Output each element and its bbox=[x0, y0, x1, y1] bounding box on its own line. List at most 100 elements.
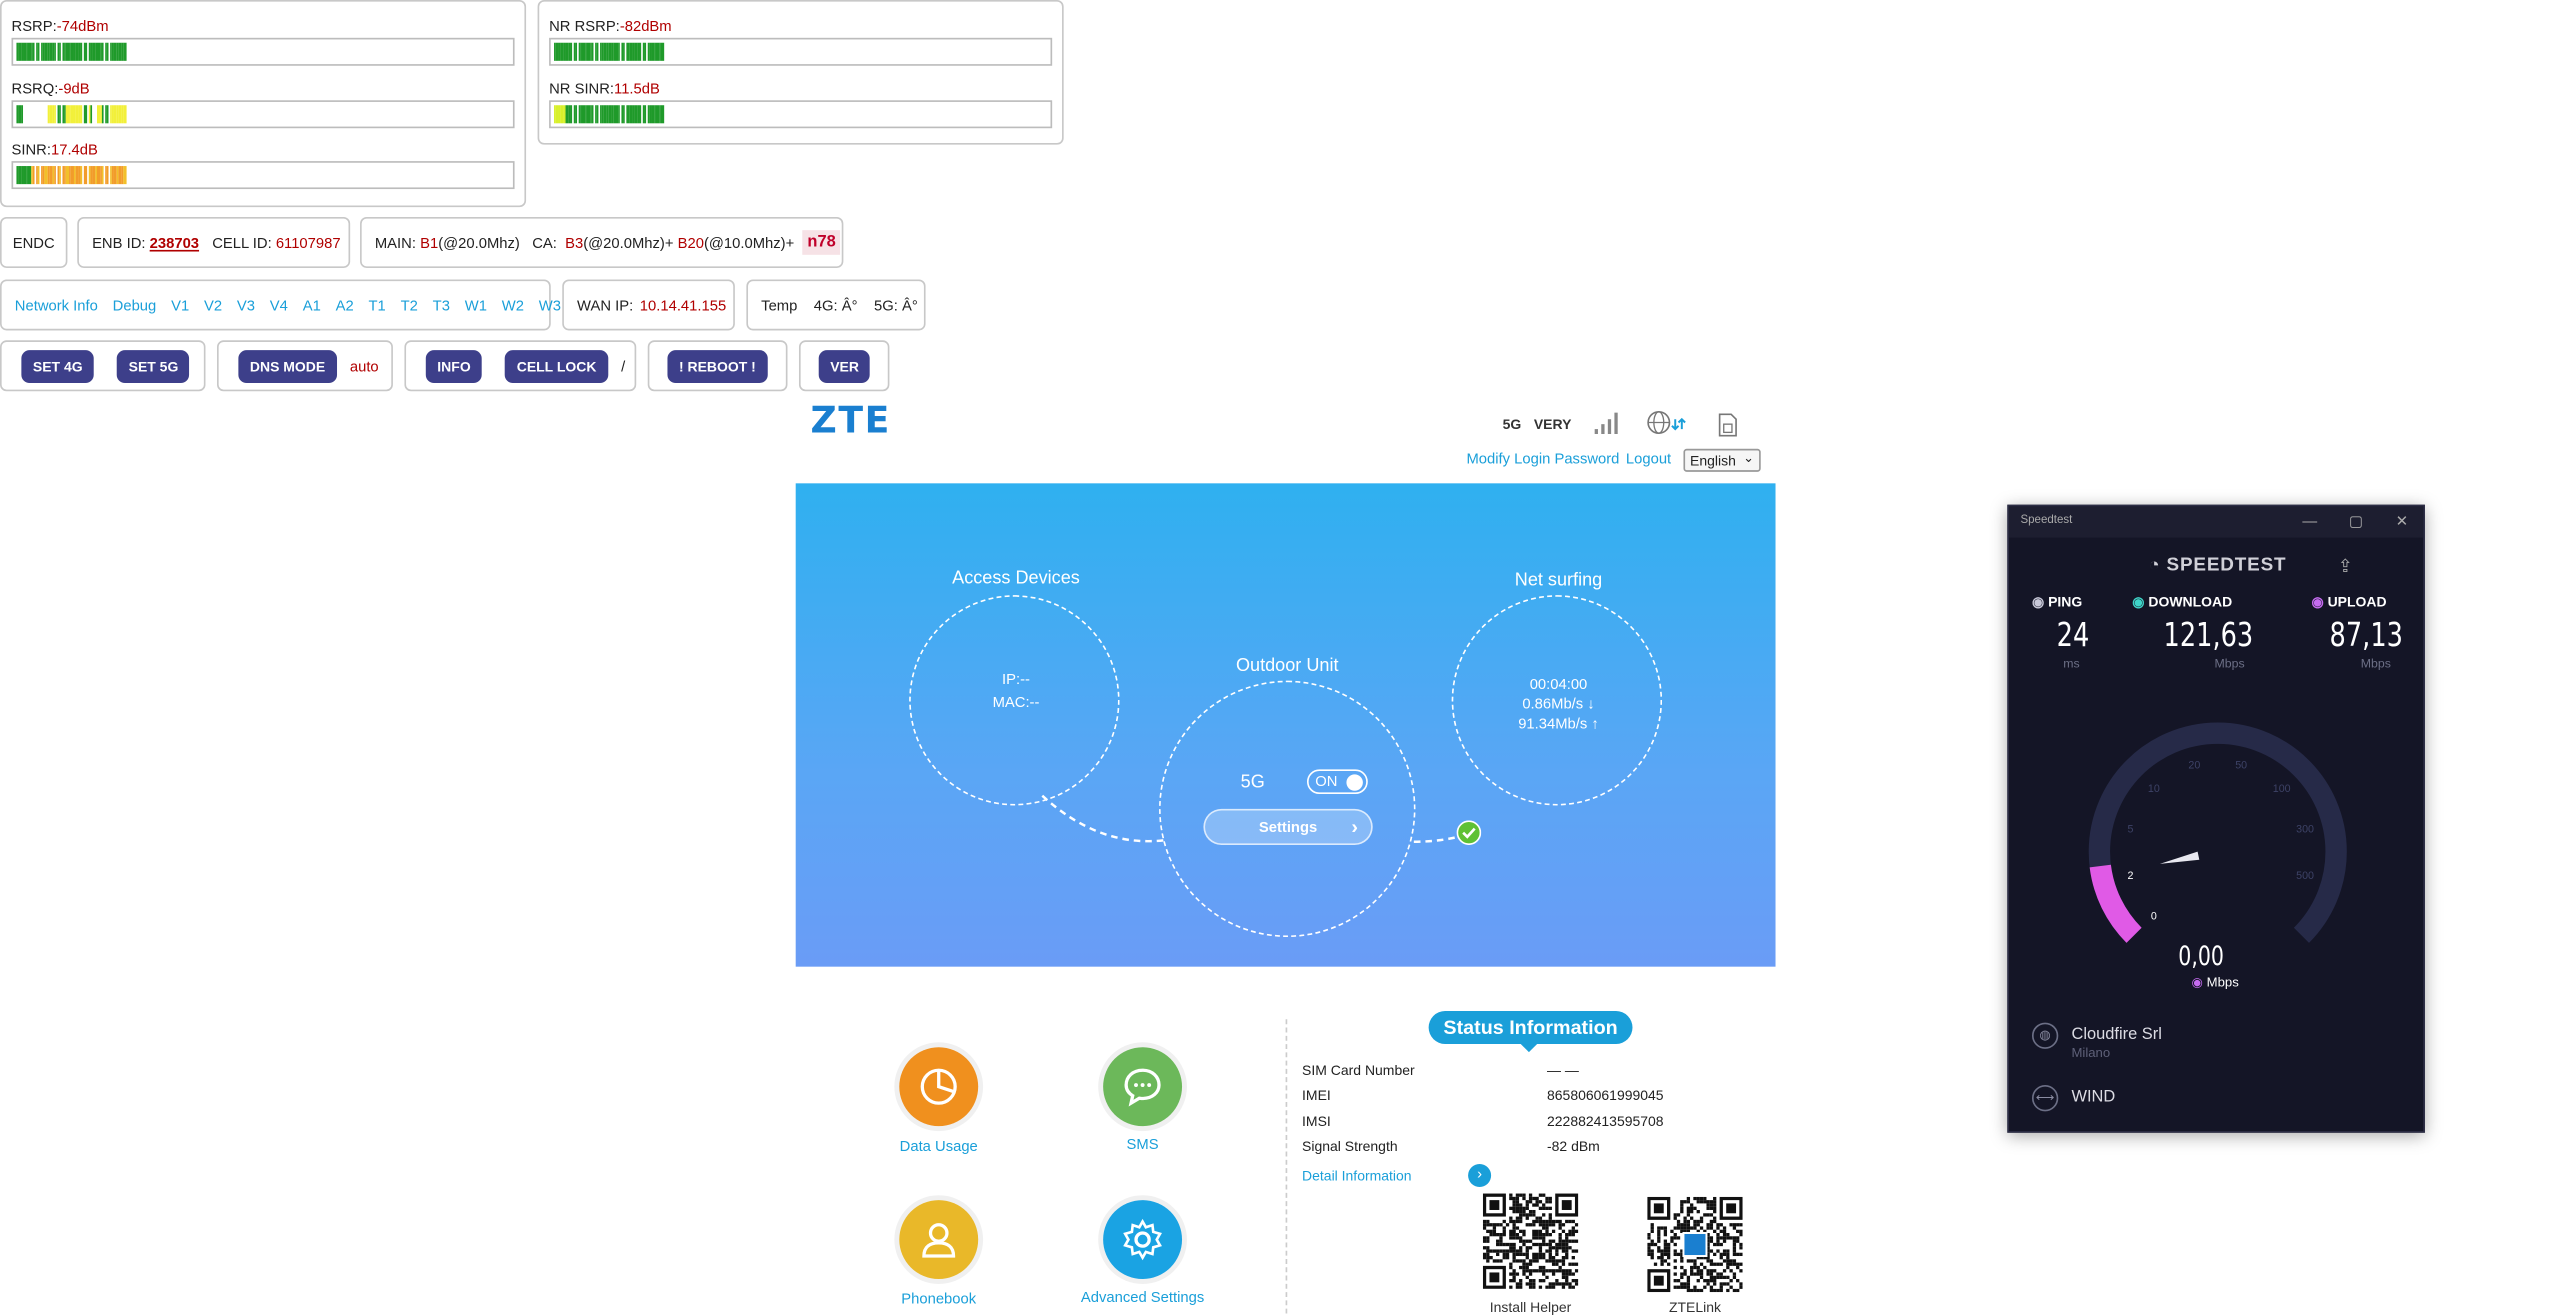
phonebook-shortcut[interactable] bbox=[899, 1200, 979, 1280]
qr-module bbox=[1696, 1223, 1700, 1227]
qr-module bbox=[1571, 1262, 1575, 1266]
qr-module bbox=[1709, 1285, 1714, 1289]
enb-id-link[interactable]: 238703 bbox=[150, 234, 199, 250]
qr-module bbox=[1706, 1282, 1710, 1286]
nav-w3[interactable]: W3 bbox=[539, 297, 561, 313]
minimize-icon[interactable]: — bbox=[2300, 511, 2320, 531]
zte-logo: ZTE bbox=[810, 401, 892, 443]
language-select[interactable]: English ⌄ bbox=[1683, 448, 1761, 472]
qr-module bbox=[1499, 1223, 1503, 1227]
gauge-tick-label: 20 bbox=[2188, 759, 2200, 771]
qr-module bbox=[1525, 1203, 1529, 1207]
qr-module bbox=[1565, 1242, 1569, 1247]
qr-module bbox=[1522, 1213, 1526, 1217]
qr-module bbox=[1512, 1259, 1516, 1263]
nav-a1[interactable]: A1 bbox=[303, 297, 321, 313]
detail-information-link[interactable]: Detail Information bbox=[1302, 1167, 1412, 1183]
signal-bars-icon bbox=[1594, 412, 1618, 435]
5g-toggle[interactable]: ON bbox=[1306, 769, 1368, 795]
set-5g-button[interactable]: SET 5G bbox=[117, 349, 190, 383]
nav-debug[interactable]: Debug bbox=[113, 297, 157, 313]
logout-link[interactable]: Logout bbox=[1626, 450, 1671, 466]
set-4g-button[interactable]: SET 4G bbox=[21, 349, 95, 383]
nav-t3[interactable]: T3 bbox=[433, 297, 450, 313]
qr-module bbox=[1686, 1288, 1691, 1293]
qr-module bbox=[1673, 1285, 1677, 1289]
nav-w1[interactable]: W1 bbox=[465, 297, 487, 313]
qr-module bbox=[1719, 1275, 1723, 1280]
qr-module bbox=[1739, 1285, 1743, 1289]
status-key: SIM Card Number bbox=[1302, 1062, 1415, 1079]
qr-module bbox=[1709, 1269, 1714, 1273]
settings-button[interactable]: Settings › bbox=[1203, 808, 1373, 846]
qr-module bbox=[1571, 1249, 1575, 1253]
dns-mode-button[interactable]: DNS MODE bbox=[238, 349, 337, 383]
qr-module bbox=[1548, 1269, 1552, 1273]
download-icon: ◉ bbox=[2132, 593, 2145, 610]
qr-module bbox=[1722, 1282, 1727, 1286]
share-icon[interactable]: ⇪ bbox=[2338, 556, 2353, 577]
qr-module bbox=[1561, 1249, 1566, 1253]
close-icon[interactable]: ✕ bbox=[2392, 511, 2412, 531]
qr-module bbox=[1505, 1223, 1510, 1227]
isp-icon: ⟷ bbox=[2031, 1085, 2059, 1112]
qr-module bbox=[1650, 1239, 1654, 1243]
ping-unit: ms bbox=[2063, 655, 2080, 671]
data-usage-shortcut[interactable] bbox=[899, 1047, 979, 1127]
qr-module bbox=[1739, 1223, 1743, 1227]
qr-module bbox=[1542, 1272, 1546, 1276]
info-button[interactable]: INFO bbox=[425, 349, 483, 383]
qr-module bbox=[1512, 1256, 1516, 1260]
qr-module bbox=[1571, 1279, 1575, 1283]
qr-module bbox=[1736, 1229, 1740, 1233]
connection-duration: 00:04:00 bbox=[1529, 675, 1588, 693]
sms-shortcut[interactable] bbox=[1103, 1047, 1183, 1127]
qr-module bbox=[1509, 1242, 1513, 1247]
qr-module bbox=[1512, 1236, 1516, 1240]
nr-sinr-value: 11.5dB bbox=[614, 80, 660, 97]
advanced-settings-label[interactable]: Advanced Settings bbox=[1044, 1289, 1241, 1305]
qr-module bbox=[1690, 1203, 1694, 1207]
nav-v4[interactable]: V4 bbox=[270, 297, 288, 313]
qr-module bbox=[1502, 1242, 1506, 1247]
qr-module bbox=[1653, 1242, 1658, 1247]
lock-chip: INFO CELL LOCK / bbox=[404, 340, 637, 392]
nav-v3[interactable]: V3 bbox=[237, 297, 255, 313]
reboot-button[interactable]: ! REBOOT ! bbox=[667, 349, 768, 383]
qr-module bbox=[1663, 1246, 1668, 1250]
detail-arrow-button[interactable]: › bbox=[1468, 1163, 1492, 1187]
nav-w2[interactable]: W2 bbox=[502, 297, 524, 313]
data-usage-label[interactable]: Data Usage bbox=[840, 1138, 1037, 1154]
qr-module bbox=[1509, 1285, 1513, 1289]
upload-rate: 91.34Mb/s ↑ bbox=[1518, 715, 1599, 732]
download-label: DOWNLOAD bbox=[2148, 593, 2233, 610]
qr-module bbox=[1657, 1256, 1661, 1260]
maximize-icon[interactable]: ▢ bbox=[2346, 511, 2366, 531]
nav-t2[interactable]: T2 bbox=[401, 297, 418, 313]
qr-module bbox=[1492, 1249, 1497, 1253]
qr-module bbox=[1482, 1256, 1487, 1260]
ver-button[interactable]: VER bbox=[818, 349, 871, 383]
qr-module bbox=[1548, 1223, 1552, 1227]
modify-password-link[interactable]: Modify Login Password bbox=[1466, 450, 1619, 466]
qr-module bbox=[1706, 1200, 1710, 1204]
qr-module bbox=[1519, 1265, 1523, 1270]
qr-module bbox=[1683, 1226, 1687, 1230]
gauge-tick-label: 500 bbox=[2296, 870, 2314, 882]
qr-module bbox=[1519, 1282, 1523, 1286]
nav-v2[interactable]: V2 bbox=[204, 297, 222, 313]
nav-t1[interactable]: T1 bbox=[369, 297, 386, 313]
nav-network-info[interactable]: Network Info bbox=[15, 297, 98, 313]
sms-label[interactable]: SMS bbox=[1044, 1136, 1241, 1152]
qr-module bbox=[1538, 1269, 1543, 1273]
qr-module bbox=[1522, 1229, 1526, 1233]
nav-a2[interactable]: A2 bbox=[336, 297, 354, 313]
qr-module bbox=[1713, 1262, 1717, 1266]
advanced-settings-shortcut[interactable] bbox=[1103, 1200, 1183, 1280]
qr-module bbox=[1699, 1288, 1704, 1293]
cell-lock-button[interactable]: CELL LOCK bbox=[505, 349, 608, 383]
qr-module bbox=[1736, 1223, 1740, 1227]
qr-module bbox=[1561, 1285, 1566, 1289]
qr-module bbox=[1538, 1279, 1543, 1283]
nav-v1[interactable]: V1 bbox=[171, 297, 189, 313]
